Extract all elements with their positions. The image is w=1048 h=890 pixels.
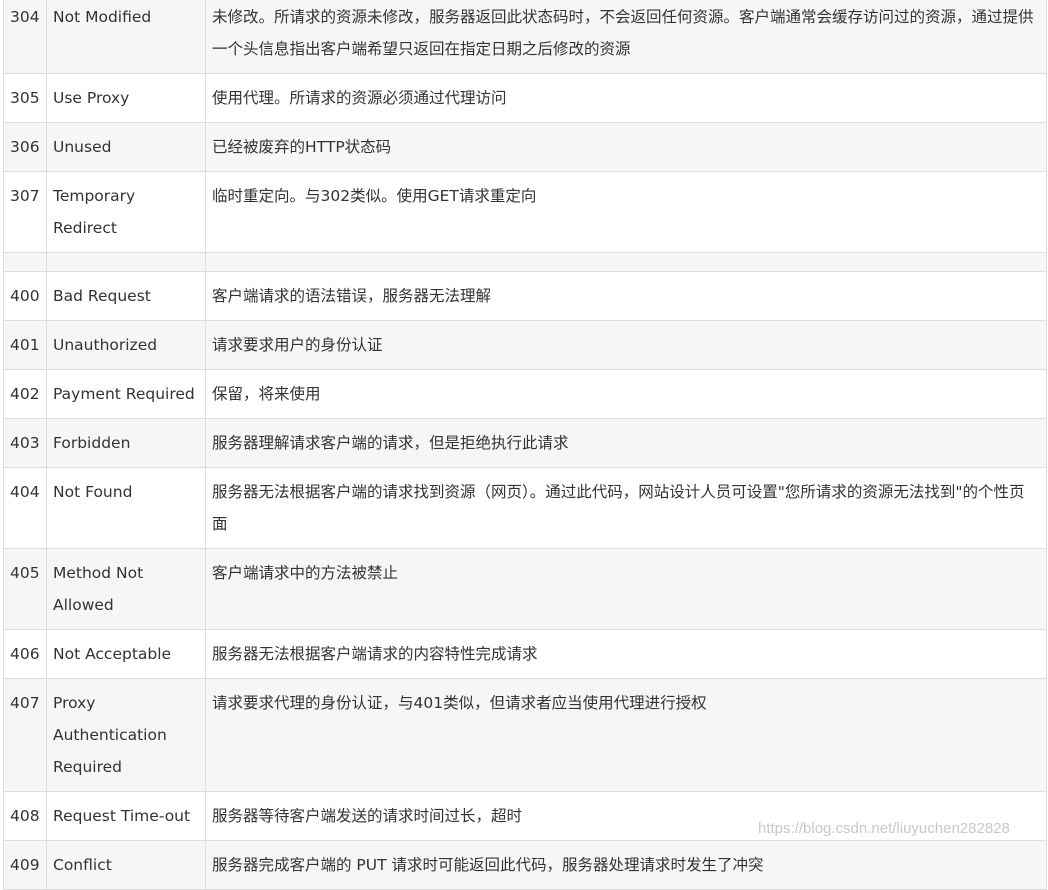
table-row: 401 Unauthorized 请求要求用户的身份认证 [3, 320, 1047, 370]
status-code: 400 [3, 271, 47, 321]
status-description: 请求要求用户的身份认证 [205, 320, 1047, 370]
status-description: 保留，将来使用 [205, 369, 1047, 419]
status-name: Unauthorized [46, 320, 206, 370]
table-row: 403 Forbidden 服务器理解请求客户端的请求，但是拒绝执行此请求 [3, 418, 1047, 468]
status-name: Conflict [46, 840, 206, 890]
table-row: 405 Method Not Allowed 客户端请求中的方法被禁止 [3, 548, 1047, 630]
spacer-cell [205, 252, 1047, 272]
status-code: 307 [3, 171, 47, 253]
status-name: Unused [46, 122, 206, 172]
table-row: 404 Not Found 服务器无法根据客户端的请求找到资源（网页）。通过此代… [3, 467, 1047, 549]
status-name: Use Proxy [46, 73, 206, 123]
status-code: 409 [3, 840, 47, 890]
status-description: 请求要求代理的身份认证，与401类似，但请求者应当使用代理进行授权 [205, 678, 1047, 792]
spacer-cell [46, 252, 206, 272]
status-name: Temporary Redirect [46, 171, 206, 253]
table-row: 407 Proxy Authentication Required 请求要求代理… [3, 678, 1047, 792]
table-row: 305 Use Proxy 使用代理。所请求的资源必须通过代理访问 [3, 73, 1047, 123]
status-code: 403 [3, 418, 47, 468]
status-code: 406 [3, 629, 47, 679]
table-row: 306 Unused 已经被废弃的HTTP状态码 [3, 122, 1047, 172]
table-row: 402 Payment Required 保留，将来使用 [3, 369, 1047, 419]
status-name: Proxy Authentication Required [46, 678, 206, 792]
status-code: 407 [3, 678, 47, 792]
status-description: 服务器完成客户端的 PUT 请求时可能返回此代码，服务器处理请求时发生了冲突 [205, 840, 1047, 890]
status-name: Not Modified [46, 0, 206, 74]
status-name: Not Found [46, 467, 206, 549]
status-description: 使用代理。所请求的资源必须通过代理访问 [205, 73, 1047, 123]
status-code: 408 [3, 791, 47, 841]
table-row: 406 Not Acceptable 服务器无法根据客户端请求的内容特性完成请求 [3, 629, 1047, 679]
status-description: 服务器无法根据客户端请求的内容特性完成请求 [205, 629, 1047, 679]
table-row: 304 Not Modified 未修改。所请求的资源未修改，服务器返回此状态码… [3, 0, 1047, 74]
status-code: 306 [3, 122, 47, 172]
status-name: Request Time-out [46, 791, 206, 841]
table-row: 307 Temporary Redirect 临时重定向。与302类似。使用GE… [3, 171, 1047, 253]
status-description: 未修改。所请求的资源未修改，服务器返回此状态码时，不会返回任何资源。客户端通常会… [205, 0, 1047, 74]
table-row: 409 Conflict 服务器完成客户端的 PUT 请求时可能返回此代码，服务… [3, 840, 1047, 890]
status-name: Forbidden [46, 418, 206, 468]
status-description: 已经被废弃的HTTP状态码 [205, 122, 1047, 172]
table-row: 400 Bad Request 客户端请求的语法错误，服务器无法理解 [3, 271, 1047, 321]
status-code: 305 [3, 73, 47, 123]
blog-watermark: https://blog.csdn.net/liuyuchen282828 [758, 820, 1010, 837]
status-description: 客户端请求中的方法被禁止 [205, 548, 1047, 630]
status-code: 405 [3, 548, 47, 630]
status-description: 客户端请求的语法错误，服务器无法理解 [205, 271, 1047, 321]
status-description: 服务器理解请求客户端的请求，但是拒绝执行此请求 [205, 418, 1047, 468]
status-description: 服务器无法根据客户端的请求找到资源（网页）。通过此代码，网站设计人员可设置"您所… [205, 467, 1047, 549]
spacer-cell [3, 252, 47, 272]
status-code: 401 [3, 320, 47, 370]
status-code: 402 [3, 369, 47, 419]
status-name: Not Acceptable [46, 629, 206, 679]
status-name: Method Not Allowed [46, 548, 206, 630]
http-status-table: 304 Not Modified 未修改。所请求的资源未修改，服务器返回此状态码… [3, 0, 1047, 890]
page: 304 Not Modified 未修改。所请求的资源未修改，服务器返回此状态码… [0, 0, 1048, 890]
status-name: Payment Required [46, 369, 206, 419]
spacer-row [3, 252, 1047, 272]
status-code: 304 [3, 0, 47, 74]
status-code: 404 [3, 467, 47, 549]
status-description: 临时重定向。与302类似。使用GET请求重定向 [205, 171, 1047, 253]
status-name: Bad Request [46, 271, 206, 321]
